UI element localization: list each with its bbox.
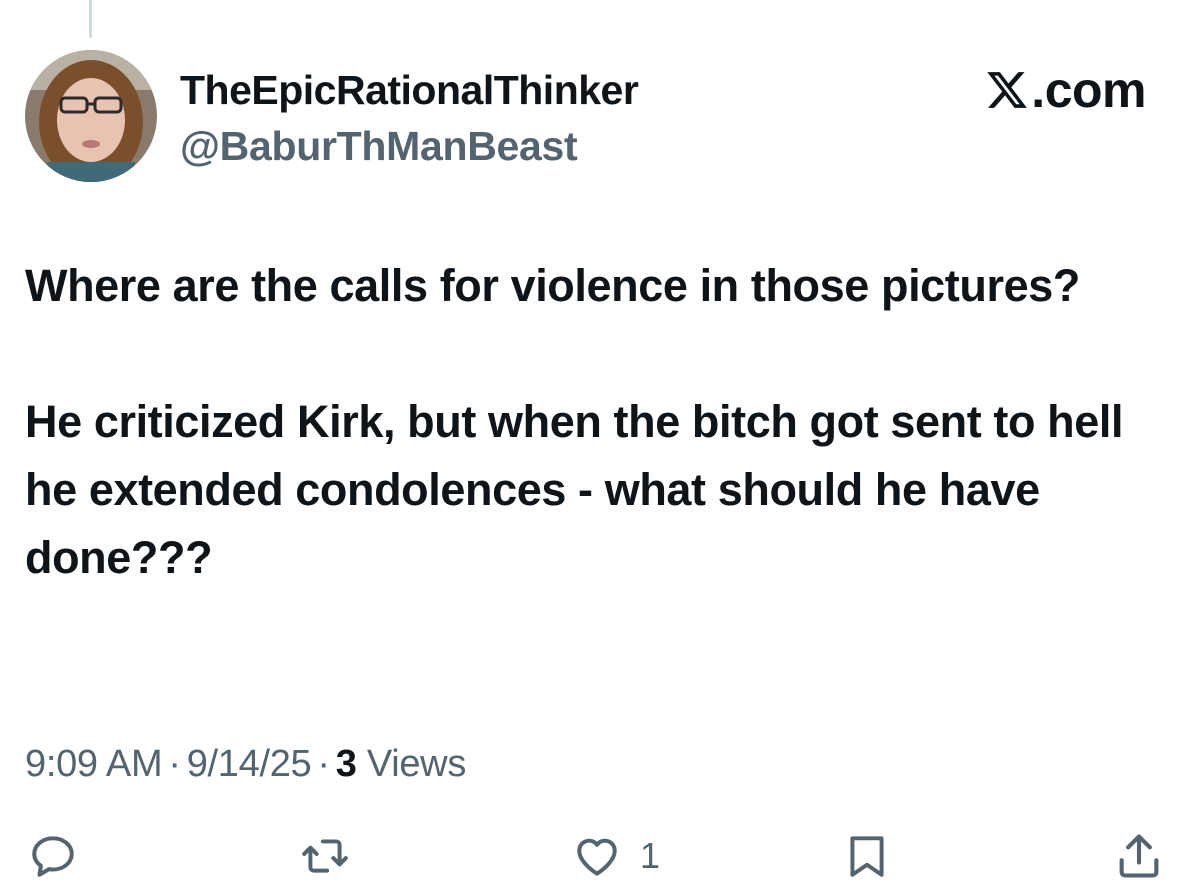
bookmark-button[interactable]: [842, 828, 892, 883]
thread-connector-line: [89, 0, 92, 38]
share-icon: [1119, 833, 1159, 878]
author-info: TheEpicRationalThinker @BaburThManBeast: [180, 66, 639, 170]
retweet-button[interactable]: [296, 828, 354, 883]
tweet-paragraph-2: He criticized Kirk, but when the bitch g…: [25, 396, 1124, 583]
meta-separator: ·: [317, 743, 330, 785]
like-button[interactable]: 1: [570, 828, 660, 883]
tweet-date[interactable]: 9/14/25: [187, 743, 312, 785]
author-handle[interactable]: @BaburThManBeast: [180, 122, 638, 170]
reply-button[interactable]: [26, 828, 80, 883]
tweet-metadata: 9:09 AM · 9/14/25 · 3 Views: [25, 738, 466, 790]
tweet-time[interactable]: 9:09 AM: [25, 743, 163, 785]
views-count: 3: [335, 743, 357, 785]
avatar[interactable]: [25, 50, 157, 182]
tweet-paragraph-1: Where are the calls for violence in thos…: [25, 260, 1080, 311]
x-com-watermark: .com: [985, 60, 1146, 120]
heart-icon: [577, 838, 617, 876]
profile-photo: [25, 50, 157, 182]
share-button[interactable]: [1112, 828, 1166, 883]
action-bar: 1: [0, 828, 1200, 883]
bookmark-icon: [850, 835, 884, 877]
x-logo-icon: [987, 72, 1028, 108]
like-count: 1: [640, 835, 661, 876]
tweet-screenshot: TheEpicRationalThinker @BaburThManBeast …: [0, 0, 1200, 883]
meta-separator: ·: [168, 743, 181, 785]
tweet-text: Where are the calls for violence in thos…: [25, 252, 1175, 592]
brand-text: .com: [1031, 62, 1146, 118]
retweet-icon: [302, 838, 348, 873]
author-display-name[interactable]: TheEpicRationalThinker: [180, 66, 639, 114]
views-label: Views: [366, 743, 467, 785]
reply-icon: [32, 835, 74, 877]
